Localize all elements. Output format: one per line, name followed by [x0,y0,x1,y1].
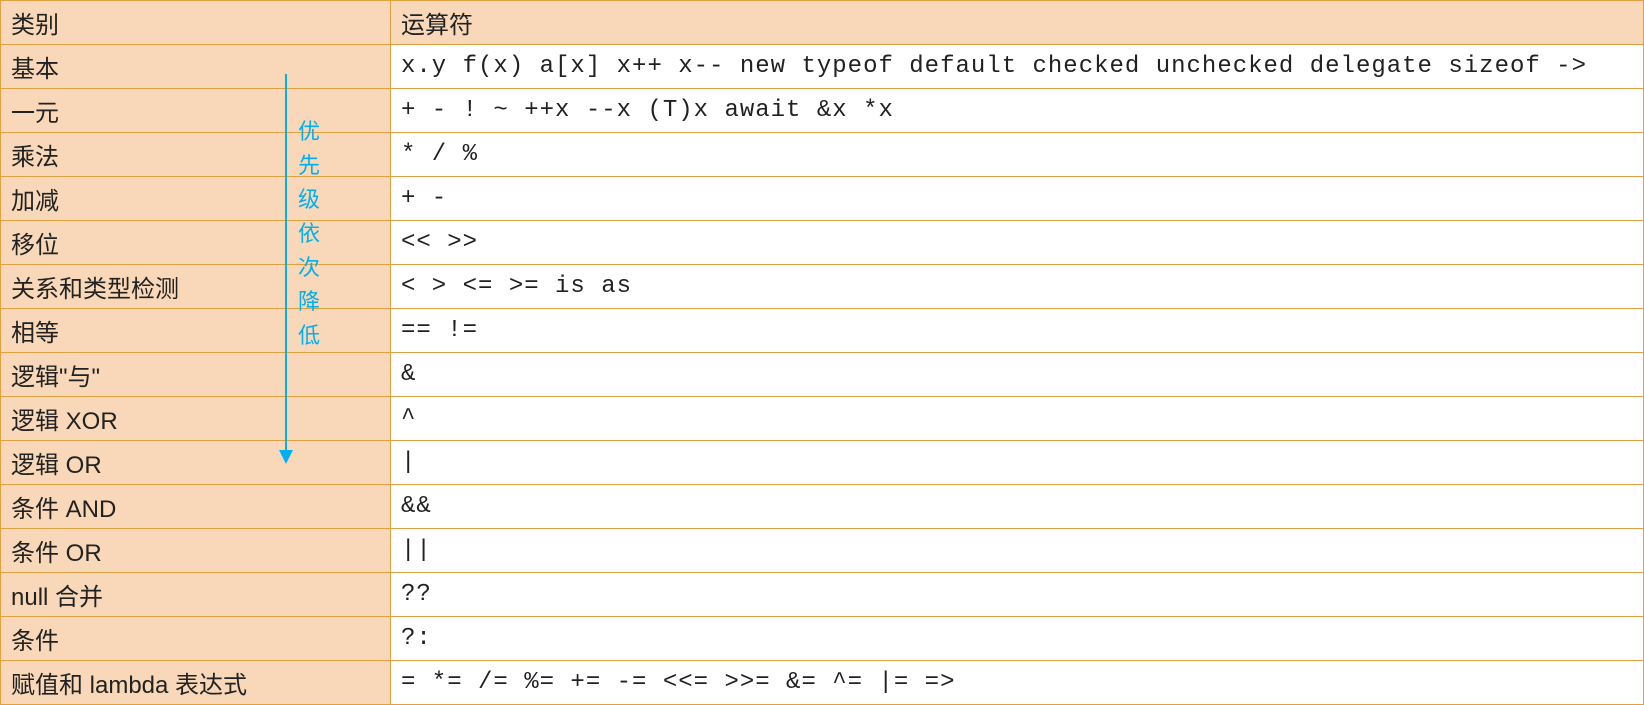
cell-category: 关系和类型检测 [1,265,391,309]
cell-category: 条件 [1,617,391,661]
cell-operator: < > <= >= is as [391,265,1644,309]
cell-category: 移位 [1,221,391,265]
table-row: 一元 + - ! ~ ++x --x (T)x await &x *x [1,89,1644,133]
table-row: 基本 x.y f(x) a[x] x++ x-- new typeof defa… [1,45,1644,89]
cell-category: 相等 [1,309,391,353]
cell-category: 条件 OR [1,529,391,573]
cell-category: 逻辑 OR [1,441,391,485]
cell-category: 基本 [1,45,391,89]
cell-category: 加减 [1,177,391,221]
table-row: 逻辑 XOR ^ [1,397,1644,441]
cell-category: null 合并 [1,573,391,617]
table-header-row: 类别 运算符 [1,1,1644,45]
table-row: null 合并 ?? [1,573,1644,617]
table-row: 条件 OR || [1,529,1644,573]
table-row: 相等 == != [1,309,1644,353]
cell-operator: == != [391,309,1644,353]
cell-operator: + - [391,177,1644,221]
header-operator: 运算符 [391,1,1644,45]
cell-operator: | [391,441,1644,485]
table-row: 乘法 * / % [1,133,1644,177]
table-row: 赋值和 lambda 表达式 = *= /= %= += -= <<= >>= … [1,661,1644,705]
cell-category: 一元 [1,89,391,133]
cell-operator: ^ [391,397,1644,441]
cell-operator: ?: [391,617,1644,661]
cell-category: 条件 AND [1,485,391,529]
table-row: 条件 ?: [1,617,1644,661]
cell-operator: + - ! ~ ++x --x (T)x await &x *x [391,89,1644,133]
cell-operator: x.y f(x) a[x] x++ x-- new typeof default… [391,45,1644,89]
cell-operator: * / % [391,133,1644,177]
table-row: 移位 << >> [1,221,1644,265]
cell-category: 赋值和 lambda 表达式 [1,661,391,705]
cell-category: 逻辑"与" [1,353,391,397]
cell-operator: << >> [391,221,1644,265]
table-row: 关系和类型检测 < > <= >= is as [1,265,1644,309]
cell-operator: && [391,485,1644,529]
table-row: 条件 AND && [1,485,1644,529]
operator-precedence-table: 类别 运算符 基本 x.y f(x) a[x] x++ x-- new type… [0,0,1644,705]
cell-category: 逻辑 XOR [1,397,391,441]
cell-operator: || [391,529,1644,573]
table-body: 基本 x.y f(x) a[x] x++ x-- new typeof defa… [1,45,1644,705]
cell-operator: & [391,353,1644,397]
cell-operator: = *= /= %= += -= <<= >>= &= ^= |= => [391,661,1644,705]
header-category: 类别 [1,1,391,45]
cell-category: 乘法 [1,133,391,177]
cell-operator: ?? [391,573,1644,617]
table-row: 加减 + - [1,177,1644,221]
table-row: 逻辑 OR | [1,441,1644,485]
table-row: 逻辑"与" & [1,353,1644,397]
